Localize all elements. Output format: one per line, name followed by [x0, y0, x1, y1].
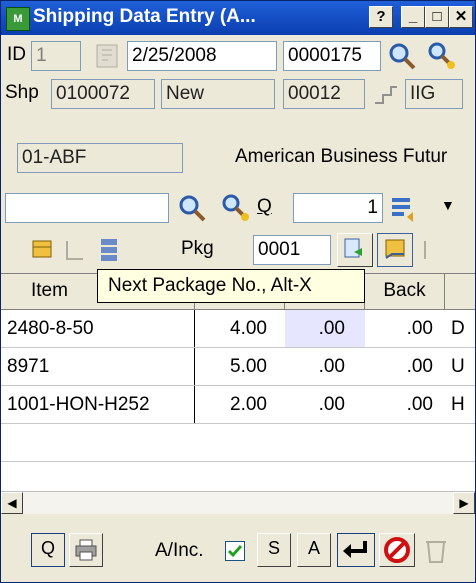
item-cell: 8971	[1, 348, 195, 385]
item-cell: 2480-8-50	[1, 310, 195, 347]
close-button[interactable]: ✕	[449, 6, 473, 28]
pkg-label: Pkg	[181, 238, 214, 259]
back-cell: .00	[406, 394, 433, 415]
shipment-number-field[interactable]: 0100072	[51, 79, 155, 109]
code2-field[interactable]: IIG	[405, 79, 463, 109]
package-navigate-button[interactable]	[337, 233, 373, 267]
enter-arrow-icon	[343, 541, 367, 558]
s-button[interactable]: S	[257, 533, 291, 567]
package-number-input[interactable]: 0001	[253, 235, 331, 265]
search-next-icon[interactable]	[427, 41, 457, 71]
bottom-toolbar: Q A/Inc. S A	[1, 519, 475, 582]
package-extra-disabled-icon	[424, 241, 426, 259]
scroll-left-icon[interactable]: ◀	[1, 492, 23, 514]
maximize-button[interactable]: □	[425, 6, 449, 28]
lookup-disabled-icon	[96, 44, 118, 68]
list-options-icon[interactable]	[389, 193, 419, 223]
printer-icon	[75, 539, 97, 561]
ordered-cell: 4.00	[230, 318, 267, 339]
id-label: ID	[7, 44, 26, 65]
item-cell: 1001-HON-H252	[1, 386, 195, 423]
package-icon[interactable]	[29, 235, 59, 265]
no-entry-icon	[384, 537, 410, 563]
shipped-cell[interactable]: .00	[285, 386, 365, 423]
step-icon	[375, 86, 397, 104]
customer-name: American Business Futur	[235, 146, 448, 167]
shipped-cell[interactable]: .00	[285, 310, 365, 347]
column-header-back[interactable]: Back	[365, 274, 445, 310]
item-search-icon[interactable]	[177, 193, 207, 223]
ordered-cell: 5.00	[230, 356, 267, 377]
extra-cell: U	[451, 356, 465, 377]
window-title: Shipping Data Entry (A...	[33, 6, 256, 27]
extra-cell: D	[451, 318, 465, 339]
print-button[interactable]	[69, 533, 103, 567]
package-list-icon[interactable]	[97, 235, 127, 265]
quick-button[interactable]: Q	[31, 533, 65, 567]
help-button[interactable]: ?	[369, 6, 393, 28]
checkmark-icon	[227, 545, 243, 558]
table-row[interactable]: 2480-8-50 4.00 .00 .00 D	[1, 310, 475, 348]
date-field[interactable]: 2/25/2008	[127, 41, 277, 71]
id-field[interactable]: 1	[31, 41, 81, 71]
title-bar: M Shipping Data Entry (A... ? _ □ ✕	[1, 1, 475, 35]
table-row[interactable]: 1001-HON-H252 2.00 .00 .00 H	[1, 386, 475, 424]
package-navigate-icon	[344, 238, 362, 258]
extra-cell: H	[451, 394, 465, 415]
next-package-icon	[385, 239, 405, 259]
item-code-input[interactable]	[5, 193, 169, 223]
customer-code-field[interactable]: 01-ABF	[17, 143, 183, 173]
shipping-data-entry-window: M Shipping Data Entry (A... ? _ □ ✕ ID 1…	[0, 0, 476, 583]
trash-disabled-icon	[426, 541, 446, 563]
next-package-button[interactable]	[377, 233, 413, 267]
order-number-field[interactable]: 0000175	[283, 41, 381, 71]
back-cell: .00	[406, 318, 433, 339]
shipped-cell[interactable]: .00	[285, 348, 365, 385]
horizontal-scrollbar[interactable]: ◀ ▶	[1, 491, 475, 514]
app-icon: M	[6, 7, 30, 31]
dropdown-arrow-icon[interactable]: ▼	[441, 191, 455, 219]
delete-button[interactable]	[379, 533, 415, 567]
accept-button[interactable]	[337, 533, 375, 567]
item-search-next-icon[interactable]	[221, 193, 251, 223]
package-disabled-icon	[66, 241, 83, 260]
minimize-button[interactable]: _	[401, 6, 425, 28]
ainc-label: A/Inc.	[155, 540, 204, 561]
ainc-checkbox[interactable]	[225, 541, 245, 561]
next-package-tooltip: Next Package No., Alt-X	[97, 269, 365, 303]
quantity-label: Q	[257, 196, 272, 217]
scroll-right-icon[interactable]: ▶	[453, 492, 475, 514]
table-row[interactable]	[1, 424, 475, 462]
back-cell: .00	[406, 356, 433, 377]
a-button[interactable]: A	[297, 533, 331, 567]
quantity-input[interactable]: 1	[293, 193, 383, 223]
status-field: New	[161, 79, 275, 109]
search-icon[interactable]	[387, 41, 417, 71]
shipping-lines-grid: Item d Back 2480-8-50 4.00 .00 .00 D 897…	[1, 273, 475, 512]
ordered-cell: 2.00	[230, 394, 267, 415]
code-field[interactable]: 00012	[283, 79, 365, 109]
shp-label: Shp	[5, 82, 39, 103]
column-header-extra[interactable]	[445, 274, 475, 310]
table-row[interactable]: 8971 5.00 .00 .00 U	[1, 348, 475, 386]
